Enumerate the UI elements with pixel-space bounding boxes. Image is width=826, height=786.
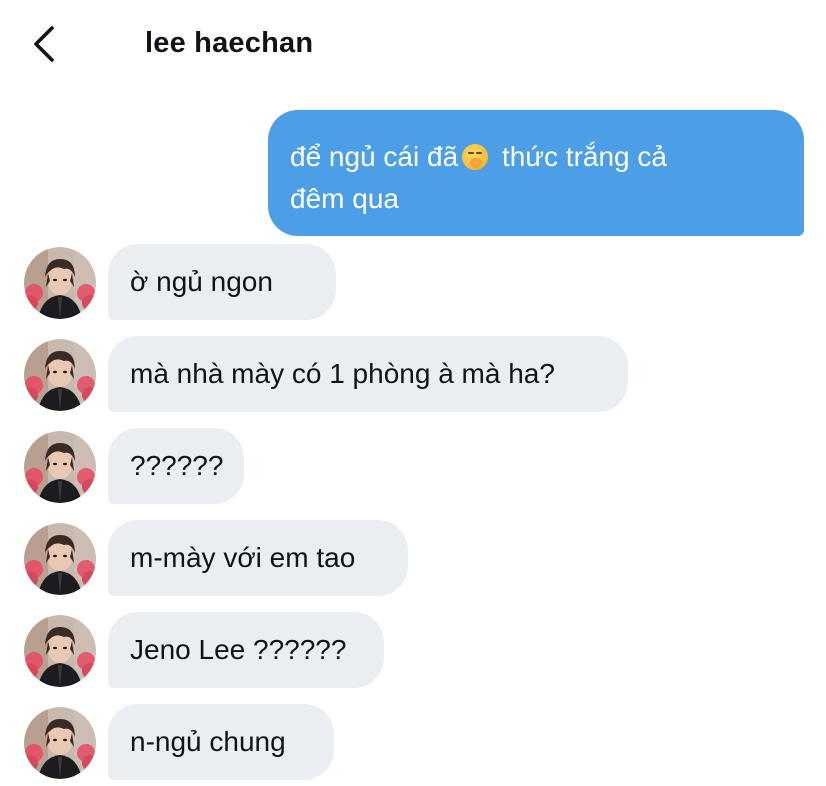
back-button[interactable] [28, 24, 64, 64]
avatar[interactable] [24, 615, 96, 687]
outgoing-message-line2: đêm qua [290, 183, 399, 214]
avatar[interactable] [24, 707, 96, 779]
avatar[interactable] [24, 523, 96, 595]
outgoing-message[interactable]: để ngủ cái đã thức trắng cả đêm qua [268, 110, 804, 236]
avatar[interactable] [24, 431, 96, 503]
incoming-message[interactable]: ờ ngủ ngon [108, 244, 336, 320]
chat-title: lee haechan [145, 27, 314, 59]
chat-header: lee haechan [0, 0, 826, 90]
incoming-message[interactable]: Jeno Lee ?????? [108, 612, 384, 688]
chevron-left-icon [34, 26, 54, 62]
avatar[interactable] [24, 339, 96, 411]
outgoing-text-before-emoji: để ngủ cái đã [290, 141, 459, 172]
yawning-face-emoji-icon [462, 144, 489, 170]
outgoing-message-line1: để ngủ cái đã thức trắng cả [290, 136, 782, 178]
incoming-message[interactable]: n-ngủ chung [108, 704, 334, 780]
incoming-message[interactable]: ?????? [108, 428, 244, 504]
outgoing-text-after-emoji: thức trắng cả [501, 141, 667, 172]
avatar[interactable] [24, 247, 96, 319]
incoming-message[interactable]: mà nhà mày có 1 phòng à mà ha? [108, 336, 628, 412]
incoming-message[interactable]: m-mày với em tao [108, 520, 408, 596]
